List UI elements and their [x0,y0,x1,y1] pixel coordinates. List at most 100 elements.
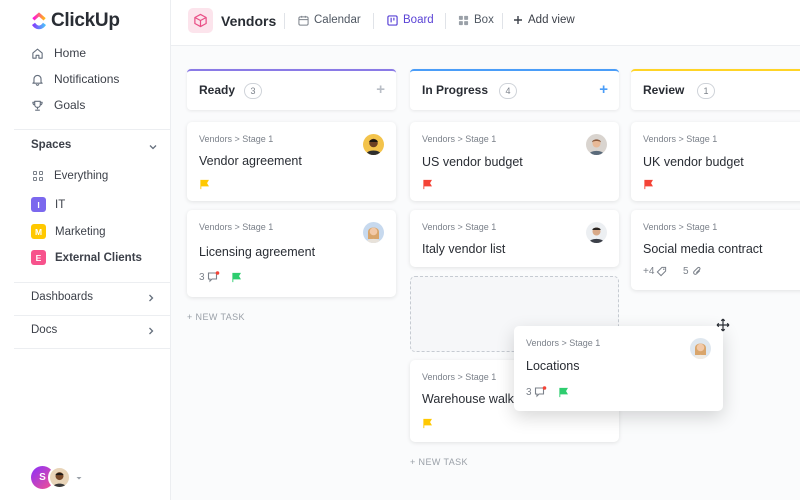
new-task-button[interactable]: + NEW TASK [410,457,468,467]
column-count: 4 [499,83,517,99]
user-avatar-photo [48,466,71,489]
sidebar-dashboards[interactable]: Dashboards [31,291,93,303]
comment-count[interactable]: 3 [526,386,547,398]
tag-count-value: +4 [643,266,655,277]
card-title: UK vendor budget [643,155,744,169]
space-everything[interactable]: Everything [31,170,108,182]
person-photo-icon [589,227,604,243]
sidebar: ClickUp Home Notifications Goals Spaces … [14,0,171,500]
clickup-logo-icon [32,12,46,30]
chevron-right-icon[interactable] [146,293,156,303]
assignee-avatar[interactable] [690,338,711,359]
tab-calendar[interactable]: Calendar [298,14,361,26]
assignee-avatar[interactable] [363,222,384,243]
task-card[interactable]: Vendors > Stage 1 Social media contract … [631,210,800,290]
nav-goals[interactable]: Goals [31,98,85,112]
priority-flag-icon[interactable] [643,179,654,190]
trophy-icon [32,100,43,111]
nav-notifications[interactable]: Notifications [31,72,119,86]
attachment-count[interactable]: 5 [683,266,703,277]
box-icon [458,15,469,25]
card-breadcrumb: Vendors > Stage 1 [422,222,497,232]
priority-flag-icon[interactable] [422,418,433,429]
column-title: Review [643,83,685,97]
card-breadcrumb: Vendors > Stage 1 [526,338,601,348]
priority-flag-icon[interactable] [422,179,433,190]
comment-icon [534,386,546,398]
nav-home[interactable]: Home [31,46,86,60]
comment-count[interactable]: 3 [199,271,220,283]
card-breadcrumb: Vendors > Stage 1 [199,134,274,144]
list-cube-icon [188,8,213,33]
caret-down-icon [76,476,82,479]
home-icon [32,48,43,59]
board-icon [387,14,398,26]
user-menu[interactable]: S [31,466,83,489]
chevron-down-icon[interactable] [148,142,158,152]
space-external-clients[interactable]: E External Clients [31,250,142,265]
task-card[interactable]: Vendors > Stage 1 UK vendor budget [631,122,800,201]
bell-icon [32,74,43,86]
card-title: Vendor agreement [199,154,302,168]
header-separator [373,13,374,29]
tag-icon [657,266,667,277]
priority-flag-icon[interactable] [199,179,210,190]
card-title: Social media contract [643,242,763,256]
spaces-title[interactable]: Spaces [31,139,71,151]
assignee-avatar[interactable] [586,134,607,155]
sidebar-docs[interactable]: Docs [31,324,57,336]
card-title: Warehouse walk [422,392,514,406]
space-badge: I [31,197,46,212]
person-photo-icon [589,139,604,155]
calendar-icon [298,15,309,26]
task-card[interactable]: Vendors > Stage 1 Vendor agreement [187,122,396,201]
tag-count[interactable]: +4 [643,266,667,277]
column-ready: Ready 3 + [187,69,396,110]
new-task-button[interactable]: + NEW TASK [187,312,245,322]
card-title: Licensing agreement [199,245,316,259]
add-task-icon[interactable]: + [376,81,385,98]
card-title: Locations [526,359,580,373]
assignee-avatar[interactable] [586,222,607,243]
header-separator [284,13,285,29]
dragging-task-card[interactable]: Vendors > Stage 1 Locations 3 [514,326,723,411]
task-card[interactable]: Vendors > Stage 1 Licensing agreement 3 [187,210,396,297]
column-header[interactable]: Review 1 [631,69,800,110]
space-badge: M [31,224,46,239]
person-photo-icon [366,138,381,155]
header-separator [445,13,446,29]
priority-flag-icon[interactable] [558,387,569,398]
space-marketing[interactable]: M Marketing [31,224,106,239]
person-photo-icon [366,227,381,243]
nav-goals-label: Goals [54,98,86,112]
task-card[interactable]: Vendors > Stage 1 Italy vendor list [410,210,619,267]
space-it-label: IT [55,198,66,211]
tab-board[interactable]: Board [387,14,434,26]
header: Vendors Calendar Board Box Add view [171,0,800,46]
attachment-count-value: 5 [683,266,689,277]
comment-icon [207,271,219,283]
column-header[interactable]: In Progress 4 + [410,69,619,110]
add-view-button[interactable]: Add view [513,14,575,26]
tab-calendar-label: Calendar [314,14,361,26]
space-it[interactable]: I IT [31,197,65,212]
assignee-avatar[interactable] [363,134,384,155]
sidebar-divider [14,315,171,316]
tab-box[interactable]: Box [458,14,494,26]
column-header[interactable]: Ready 3 + [187,69,396,110]
priority-flag-icon[interactable] [231,272,242,283]
paperclip-icon [692,266,701,275]
space-badge: E [31,250,46,265]
comment-count-value: 3 [199,271,205,283]
clickup-logo[interactable]: ClickUp [31,10,120,32]
header-separator [502,13,503,29]
card-breadcrumb: Vendors > Stage 1 [643,134,718,144]
sidebar-divider [14,348,171,349]
tab-board-label: Board [403,14,434,26]
column-in-progress: In Progress 4 + [410,69,619,110]
add-task-icon[interactable]: + [599,81,608,98]
column-title: Ready [199,83,236,97]
add-view-label: Add view [528,14,575,26]
chevron-right-icon[interactable] [146,326,156,336]
task-card[interactable]: Vendors > Stage 1 US vendor budget [410,122,619,201]
